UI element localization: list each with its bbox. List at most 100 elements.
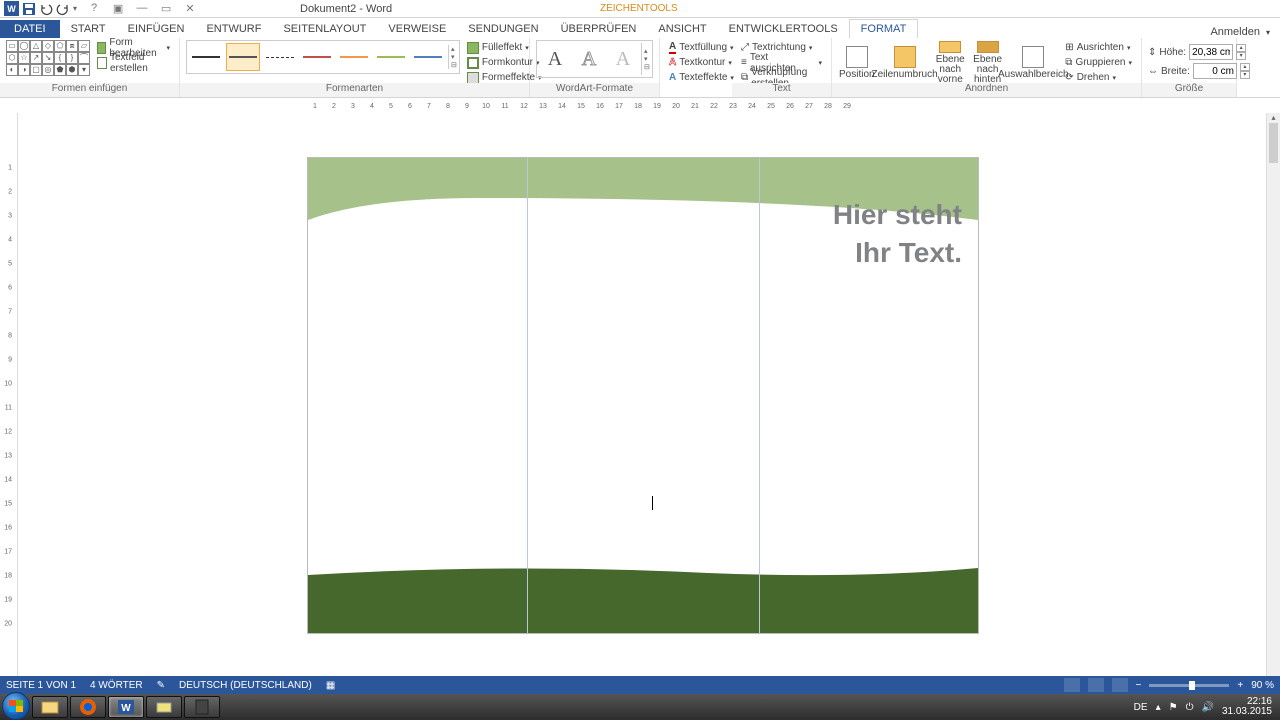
text-cursor xyxy=(652,496,653,510)
zoom-level[interactable]: 90 % xyxy=(1251,680,1274,691)
clock-date: 31.03.2015 xyxy=(1222,707,1272,718)
placeholder-text[interactable]: Hier steht Ihr Text. xyxy=(752,196,962,272)
width-row: ⇔ Breite: ▴▾ xyxy=(1148,63,1250,79)
view-read-icon[interactable] xyxy=(1064,678,1080,692)
redo-icon[interactable] xyxy=(56,2,70,16)
tab-ueberpruefen[interactable]: ÜBERPRÜFEN xyxy=(550,20,648,38)
save-icon[interactable] xyxy=(22,2,36,16)
tray-chevron-icon[interactable]: ▴ xyxy=(1156,702,1161,713)
bring-forward-button[interactable]: Ebene nach vorne xyxy=(934,40,967,86)
group-text: ⤢Textrichtung▾ ≡Text ausrichten▾ ⧉Verknü… xyxy=(732,38,832,97)
zoom-in-icon[interactable]: + xyxy=(1237,680,1243,691)
tab-entwurf[interactable]: ENTWURF xyxy=(195,20,272,38)
textbox-label: Textfeld erstellen xyxy=(110,52,170,74)
view-print-icon[interactable] xyxy=(1088,678,1104,692)
text-outline-button[interactable]: ATextkontur▾ xyxy=(666,55,737,70)
undo-icon[interactable] xyxy=(39,2,53,16)
zoom-out-icon[interactable]: − xyxy=(1136,680,1142,691)
group-btn-label: Gruppieren xyxy=(1075,57,1125,68)
horizontal-ruler[interactable]: 1234567891011121314151617181920212223242… xyxy=(0,98,1280,114)
account-dropdown-icon[interactable]: ▾ xyxy=(1266,28,1270,37)
text-align-icon: ≡ xyxy=(741,57,747,68)
vertical-ruler[interactable]: 1234567891011121314151617181920 xyxy=(0,113,18,694)
tab-einfuegen[interactable]: EINFÜGEN xyxy=(117,20,196,38)
zoom-slider[interactable] xyxy=(1149,684,1229,687)
taskbar-firefox[interactable] xyxy=(70,696,106,718)
selection-pane-button[interactable]: Auswahlbereich xyxy=(1008,40,1058,86)
group-label: WordArt-Formate xyxy=(530,83,659,97)
height-input[interactable] xyxy=(1189,44,1233,60)
wordart-gallery[interactable]: A A A ▴▾⊟ xyxy=(536,40,653,78)
align-button[interactable]: ⊞Ausrichten▾ xyxy=(1062,40,1135,55)
group-size: ⇕ Höhe: ▴▾ ⇔ Breite: ▴▾ Größe xyxy=(1142,38,1237,97)
group-wordart: A A A ▴▾⊟ WordArt-Formate xyxy=(530,38,660,97)
contextual-tool-title: ZEICHENTOOLS xyxy=(600,3,678,14)
fill-icon xyxy=(467,42,479,54)
ribbon-options-icon[interactable]: ▣ xyxy=(111,2,125,16)
proofing-icon[interactable]: ✎ xyxy=(157,680,165,691)
taskbar-app-1[interactable] xyxy=(146,696,182,718)
wordart-style-2[interactable]: A xyxy=(573,43,605,75)
tab-sendungen[interactable]: SENDUNGEN xyxy=(457,20,549,38)
maximize-icon[interactable]: ▭ xyxy=(159,2,173,16)
language-indicator[interactable]: DE xyxy=(1134,702,1148,713)
width-icon: ⇔ xyxy=(1148,66,1158,77)
taskbar-clock[interactable]: 22:16 31.03.2015 xyxy=(1222,697,1272,718)
group-icon: ⧉ xyxy=(1065,57,1072,68)
tray-volume-icon[interactable]: 🔊 xyxy=(1201,702,1213,713)
tab-verweise[interactable]: VERWEISE xyxy=(377,20,457,38)
close-icon[interactable]: ✕ xyxy=(183,2,197,16)
shapes-gallery[interactable]: ▭◯△◇⬠⧈▱ ⬡☆↗↘{}⌒ ◐◑▢◎⬟⬢▾ xyxy=(6,40,90,76)
language-status[interactable]: DEUTSCH (DEUTSCHLAND) xyxy=(179,680,312,691)
width-spinner[interactable]: ▴▾ xyxy=(1240,63,1250,79)
placeholder-line-1: Hier steht xyxy=(752,196,962,234)
width-input[interactable] xyxy=(1193,63,1237,79)
group-shape-styles: ▴▾⊟ Fülleffekt▾ Formkontur▾ Formeffekte▾… xyxy=(180,38,530,97)
vertical-scrollbar[interactable]: ▴ ▾ xyxy=(1266,113,1280,694)
shape-style-gallery[interactable]: ▴▾⊟ xyxy=(186,40,460,74)
qat-dropdown-icon[interactable]: ▾ xyxy=(73,4,77,13)
text-direction-icon: ⤢ xyxy=(741,42,749,53)
macro-icon[interactable]: ▦ xyxy=(326,680,335,691)
wordart-style-1[interactable]: A xyxy=(539,43,571,75)
group-text-style: ATextfüllung▾ ATextkontur▾ ATexteffekte▾ xyxy=(660,38,732,97)
wordart-style-3[interactable]: A xyxy=(607,43,639,75)
taskbar-app-2[interactable] xyxy=(184,696,220,718)
system-tray: DE ▴ ⚑ ⏻ 🔊 22:16 31.03.2015 xyxy=(1134,697,1278,718)
tab-format[interactable]: FORMAT xyxy=(849,19,919,38)
start-button[interactable] xyxy=(2,692,30,720)
link-icon: ⧉ xyxy=(741,72,748,83)
zoom-handle[interactable] xyxy=(1189,681,1195,690)
minimize-icon[interactable]: — xyxy=(135,2,149,16)
text-fill-button[interactable]: ATextfüllung▾ xyxy=(666,40,737,55)
text-effects-button[interactable]: ATexteffekte▾ xyxy=(666,70,737,85)
page[interactable]: Hier steht Ihr Text. xyxy=(308,158,978,633)
group-button[interactable]: ⧉Gruppieren▾ xyxy=(1062,55,1135,70)
help-icon[interactable]: ? xyxy=(87,2,101,16)
tray-action-center-icon[interactable]: ⚑ xyxy=(1169,702,1178,713)
tab-ansicht[interactable]: ANSICHT xyxy=(647,20,717,38)
footer-shape xyxy=(308,563,978,633)
taskbar-explorer[interactable] xyxy=(32,696,68,718)
selection-icon xyxy=(1022,46,1044,68)
login-link[interactable]: Anmelden xyxy=(1210,26,1260,38)
height-icon: ⇕ xyxy=(1148,47,1156,58)
forward-label: Ebene nach vorne xyxy=(935,55,966,85)
tab-file[interactable]: DATEI xyxy=(0,20,60,38)
position-icon xyxy=(846,46,868,68)
tray-network-icon[interactable]: ⏻ xyxy=(1186,702,1194,713)
tab-entwicklertools[interactable]: ENTWICKLERTOOLS xyxy=(718,20,849,38)
position-button[interactable]: Position xyxy=(838,40,876,86)
view-web-icon[interactable] xyxy=(1112,678,1128,692)
backward-icon xyxy=(977,41,999,53)
height-spinner[interactable]: ▴▾ xyxy=(1236,44,1246,60)
wrap-text-button[interactable]: Zeilenumbruch xyxy=(880,40,930,86)
rotate-icon: ⟳ xyxy=(1065,72,1073,83)
word-count[interactable]: 4 WÖRTER xyxy=(90,680,143,691)
page-status[interactable]: SEITE 1 VON 1 xyxy=(6,680,76,691)
tab-seitenlayout[interactable]: SEITENLAYOUT xyxy=(272,20,377,38)
scroll-thumb[interactable] xyxy=(1269,123,1278,163)
tab-start[interactable]: START xyxy=(60,20,117,38)
taskbar-word[interactable]: W xyxy=(108,696,144,718)
textbox-button[interactable]: Textfeld erstellen xyxy=(94,55,173,70)
